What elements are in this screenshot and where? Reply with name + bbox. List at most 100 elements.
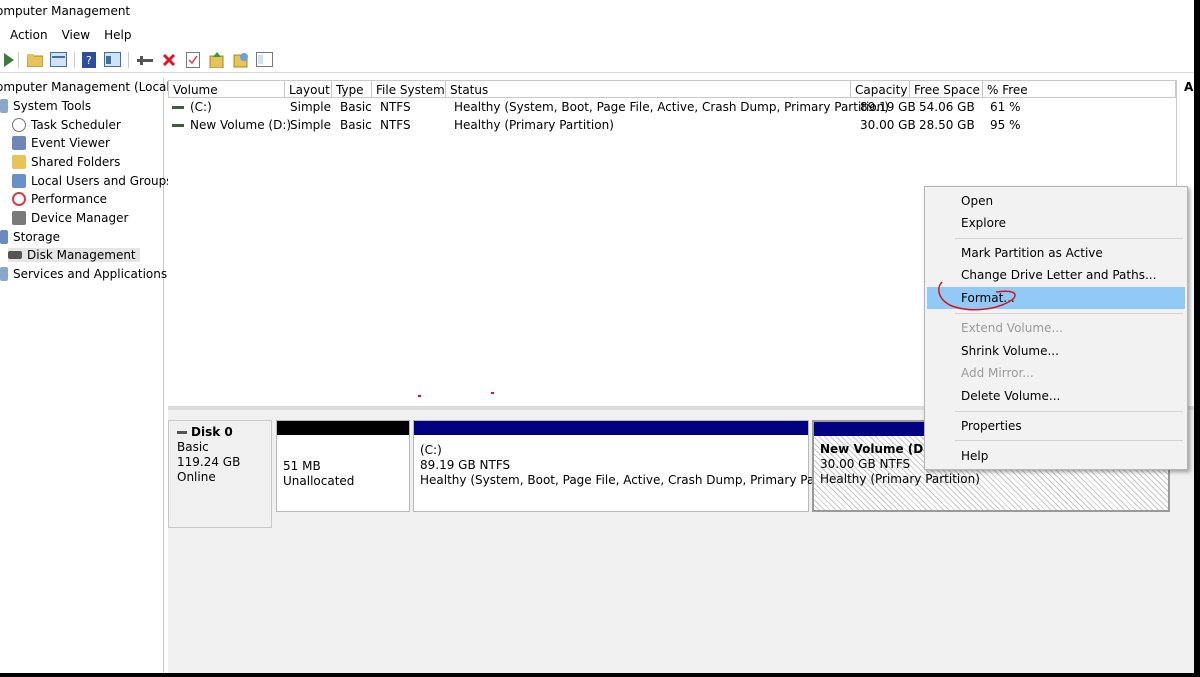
disk-view-icon[interactable]	[256, 51, 273, 68]
tree-item-event-viewer[interactable]: Event Viewer	[12, 136, 110, 150]
menu-item-properties[interactable]: Properties	[927, 415, 1185, 437]
tree-item-label: Disk Management	[27, 248, 136, 262]
tree-item-label: Local Users and Groups	[31, 174, 173, 188]
menu-bar: Action View Help	[10, 28, 131, 46]
partition-size: 89.19 GB NTFS	[420, 458, 511, 472]
menu-action[interactable]: Action	[10, 28, 48, 46]
stray-mark	[418, 395, 421, 397]
percent-free-cell: 95 %	[990, 118, 1021, 132]
fs-cell: NTFS	[380, 100, 411, 114]
free-space-cell: 54.06 GB	[919, 100, 975, 114]
partition-bar	[414, 421, 808, 435]
users-icon	[12, 174, 26, 188]
performance-icon	[12, 192, 26, 206]
menu-item-open[interactable]: Open	[927, 190, 1185, 212]
volume-icon	[172, 106, 184, 109]
partition-name: (C:)	[420, 443, 442, 457]
tree-item-performance[interactable]: Performance	[12, 192, 107, 206]
volume-cell: New Volume (D:)	[172, 117, 291, 133]
column-header-capacity[interactable]: Capacity	[851, 80, 910, 98]
partition-status: Healthy (Primary Partition)	[820, 472, 980, 486]
column-header-volume[interactable]: Volume	[168, 80, 285, 98]
tree-item-local-users-groups[interactable]: Local Users and Groups	[12, 174, 173, 188]
window-title: omputer Management	[0, 4, 131, 18]
tree-item-storage[interactable]: Storage	[0, 230, 60, 244]
tree-item-task-scheduler[interactable]: Task Scheduler	[12, 118, 121, 132]
play-icon[interactable]	[0, 51, 17, 68]
tree-item-label: System Tools	[13, 99, 92, 113]
device-manager-icon	[12, 211, 26, 225]
column-header-type[interactable]: Type	[332, 80, 372, 98]
rescan-icon[interactable]	[232, 51, 249, 68]
menu-item-explore[interactable]: Explore	[927, 212, 1185, 234]
help-book-icon[interactable]: ?	[80, 51, 97, 68]
menu-separator	[955, 440, 1183, 441]
disk-state: Online	[177, 470, 216, 484]
volume-cell: (C:)	[172, 99, 212, 115]
partition-c[interactable]: (C:) 89.19 GB NTFS Healthy (System, Boot…	[413, 420, 843, 512]
column-header-status[interactable]: Status	[446, 80, 851, 98]
action-pane: A	[1180, 80, 1194, 120]
clock-icon	[12, 118, 26, 132]
menu-item-mark-active[interactable]: Mark Partition as Active	[927, 242, 1185, 264]
menu-item-delete-volume[interactable]: Delete Volume...	[927, 385, 1185, 407]
tree-item-label: Storage	[13, 230, 60, 244]
connect-icon[interactable]	[136, 51, 153, 68]
delete-icon[interactable]	[160, 51, 177, 68]
tree-item-label: Device Manager	[31, 211, 129, 225]
column-header-free-space[interactable]: Free Space	[910, 80, 983, 98]
capacity-cell: 89.19 GB	[860, 100, 916, 114]
capacity-cell: 30.00 GB	[860, 118, 916, 132]
tree-item-label: Services and Applications	[13, 267, 168, 281]
column-header-percent-free[interactable]: % Free	[983, 80, 1176, 98]
layout-cell: Simple	[290, 100, 331, 114]
status-cell: Healthy (System, Boot, Page File, Active…	[454, 100, 889, 114]
menu-item-help[interactable]: Help	[927, 445, 1185, 467]
event-viewer-icon	[12, 136, 26, 150]
action-pane-header: A	[1184, 80, 1194, 94]
tree-root[interactable]: omputer Management (Local	[0, 80, 170, 94]
menu-view[interactable]: View	[62, 28, 90, 46]
checklist-icon[interactable]	[184, 51, 201, 68]
services-icon	[0, 267, 8, 281]
menu-separator	[955, 411, 1183, 412]
svg-text:?: ?	[86, 54, 92, 67]
console-icon[interactable]	[50, 51, 67, 68]
volume-icon	[172, 124, 184, 127]
type-cell: Basic	[340, 118, 372, 132]
tools-icon	[0, 99, 8, 113]
disk-type: Basic	[177, 440, 209, 454]
column-header-layout[interactable]: Layout	[285, 80, 332, 98]
properties-icon[interactable]	[104, 51, 121, 68]
export-icon[interactable]	[208, 51, 225, 68]
title-bar: omputer Management	[0, 4, 130, 22]
tree-item-device-manager[interactable]: Device Manager	[12, 211, 128, 225]
menu-separator	[955, 238, 1183, 239]
partition-unallocated[interactable]: 51 MB Unallocated	[276, 420, 410, 512]
navigation-tree: omputer Management (Local System Tools T…	[0, 78, 173, 673]
status-cell: Healthy (Primary Partition)	[454, 118, 614, 132]
tree-item-system-tools[interactable]: System Tools	[0, 99, 91, 113]
percent-free-cell: 61 %	[990, 100, 1021, 114]
menu-item-add-mirror[interactable]: Add Mirror...	[927, 362, 1185, 384]
shared-folder-icon	[12, 155, 26, 169]
disk-0-label[interactable]: Disk 0 Basic 119.24 GB Online	[168, 420, 272, 528]
folder-icon[interactable]	[26, 51, 43, 68]
stray-mark	[491, 392, 494, 394]
column-header-file-system[interactable]: File System	[372, 80, 446, 98]
tree-root-label: omputer Management (Local	[0, 80, 170, 94]
context-menu: Open Explore Mark Partition as Active Ch…	[924, 186, 1188, 470]
disk-icon	[177, 431, 187, 434]
partition-size: 51 MB	[283, 459, 321, 473]
tree-item-label: Task Scheduler	[31, 118, 121, 132]
type-cell: Basic	[340, 100, 372, 114]
menu-item-extend-volume[interactable]: Extend Volume...	[927, 317, 1185, 339]
layout-cell: Simple	[290, 118, 331, 132]
tree-item-shared-folders[interactable]: Shared Folders	[12, 155, 120, 169]
storage-icon	[0, 230, 8, 244]
menu-help[interactable]: Help	[104, 28, 131, 46]
tree-item-disk-management[interactable]: Disk Management	[8, 248, 140, 262]
tree-item-services-applications[interactable]: Services and Applications	[0, 267, 167, 281]
menu-item-shrink-volume[interactable]: Shrink Volume...	[927, 340, 1185, 362]
disk-name: Disk 0	[191, 425, 233, 439]
